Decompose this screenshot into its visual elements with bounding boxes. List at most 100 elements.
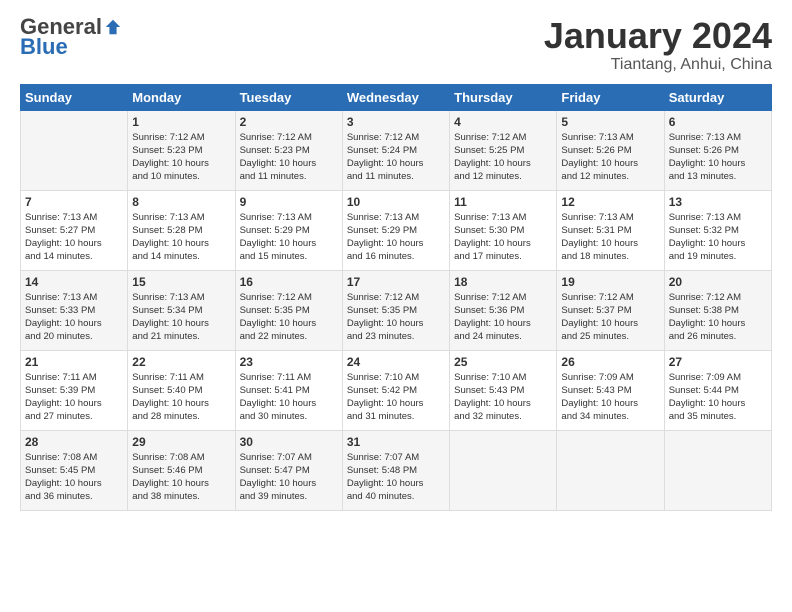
day-info: Sunrise: 7:13 AM Sunset: 5:26 PM Dayligh…	[561, 131, 659, 184]
calendar-cell: 16 Sunrise: 7:12 AM Sunset: 5:35 PM Dayli…	[235, 270, 342, 350]
calendar-cell: 15 Sunrise: 7:13 AM Sunset: 5:34 PM Dayli…	[128, 270, 235, 350]
day-info: Sunrise: 7:12 AM Sunset: 5:35 PM Dayligh…	[347, 291, 445, 344]
day-number: 15	[132, 275, 230, 289]
day-number: 12	[561, 195, 659, 209]
calendar-cell: 2 Sunrise: 7:12 AM Sunset: 5:23 PM Daylig…	[235, 110, 342, 190]
day-info: Sunrise: 7:12 AM Sunset: 5:23 PM Dayligh…	[132, 131, 230, 184]
col-saturday: Saturday	[664, 84, 771, 110]
day-number: 5	[561, 115, 659, 129]
header: General Blue January 2024 Tiantang, Anhu…	[20, 16, 772, 74]
calendar-cell	[450, 430, 557, 510]
day-number: 29	[132, 435, 230, 449]
day-info: Sunrise: 7:09 AM Sunset: 5:44 PM Dayligh…	[669, 371, 767, 424]
calendar-cell: 11 Sunrise: 7:13 AM Sunset: 5:30 PM Dayli…	[450, 190, 557, 270]
day-info: Sunrise: 7:13 AM Sunset: 5:27 PM Dayligh…	[25, 211, 123, 264]
day-info: Sunrise: 7:10 AM Sunset: 5:42 PM Dayligh…	[347, 371, 445, 424]
day-number: 26	[561, 355, 659, 369]
title-block: January 2024 Tiantang, Anhui, China	[544, 16, 772, 74]
col-wednesday: Wednesday	[342, 84, 449, 110]
calendar-cell: 30 Sunrise: 7:07 AM Sunset: 5:47 PM Dayli…	[235, 430, 342, 510]
week-row-1: 7Sunrise: 7:13 AM Sunset: 5:27 PM Daylig…	[21, 190, 772, 270]
day-number: 18	[454, 275, 552, 289]
calendar-cell: 4 Sunrise: 7:12 AM Sunset: 5:25 PM Daylig…	[450, 110, 557, 190]
day-info: Sunrise: 7:12 AM Sunset: 5:25 PM Dayligh…	[454, 131, 552, 184]
calendar-cell: 3 Sunrise: 7:12 AM Sunset: 5:24 PM Daylig…	[342, 110, 449, 190]
day-number: 31	[347, 435, 445, 449]
col-tuesday: Tuesday	[235, 84, 342, 110]
day-number: 8	[132, 195, 230, 209]
day-info: Sunrise: 7:07 AM Sunset: 5:48 PM Dayligh…	[347, 451, 445, 504]
calendar-cell	[664, 430, 771, 510]
col-sunday: Sunday	[21, 84, 128, 110]
day-info: Sunrise: 7:12 AM Sunset: 5:38 PM Dayligh…	[669, 291, 767, 344]
calendar-cell	[557, 430, 664, 510]
calendar-cell: 14 Sunrise: 7:13 AM Sunset: 5:33 PM Dayli…	[21, 270, 128, 350]
week-row-4: 28Sunrise: 7:08 AM Sunset: 5:45 PM Dayli…	[21, 430, 772, 510]
calendar-cell: 26Sunrise: 7:09 AM Sunset: 5:43 PM Dayli…	[557, 350, 664, 430]
day-number: 10	[347, 195, 445, 209]
day-number: 25	[454, 355, 552, 369]
day-info: Sunrise: 7:12 AM Sunset: 5:35 PM Dayligh…	[240, 291, 338, 344]
month-title: January 2024	[544, 16, 772, 56]
day-info: Sunrise: 7:13 AM Sunset: 5:29 PM Dayligh…	[240, 211, 338, 264]
calendar-cell: 23 Sunrise: 7:11 AM Sunset: 5:41 PM Dayli…	[235, 350, 342, 430]
day-number: 6	[669, 115, 767, 129]
day-info: Sunrise: 7:11 AM Sunset: 5:40 PM Dayligh…	[132, 371, 230, 424]
calendar-cell: 10 Sunrise: 7:13 AM Sunset: 5:29 PM Dayli…	[342, 190, 449, 270]
col-thursday: Thursday	[450, 84, 557, 110]
day-info: Sunrise: 7:13 AM Sunset: 5:30 PM Dayligh…	[454, 211, 552, 264]
day-number: 23	[240, 355, 338, 369]
day-number: 4	[454, 115, 552, 129]
calendar-cell: 28Sunrise: 7:08 AM Sunset: 5:45 PM Dayli…	[21, 430, 128, 510]
calendar-cell: 12 Sunrise: 7:13 AM Sunset: 5:31 PM Dayli…	[557, 190, 664, 270]
day-info: Sunrise: 7:12 AM Sunset: 5:24 PM Dayligh…	[347, 131, 445, 184]
calendar-cell: 31 Sunrise: 7:07 AM Sunset: 5:48 PM Dayli…	[342, 430, 449, 510]
calendar-cell: 20 Sunrise: 7:12 AM Sunset: 5:38 PM Dayli…	[664, 270, 771, 350]
logo-blue-text: Blue	[20, 34, 68, 60]
day-number: 30	[240, 435, 338, 449]
calendar-cell: 18 Sunrise: 7:12 AM Sunset: 5:36 PM Dayli…	[450, 270, 557, 350]
calendar-cell: 21Sunrise: 7:11 AM Sunset: 5:39 PM Dayli…	[21, 350, 128, 430]
day-info: Sunrise: 7:12 AM Sunset: 5:23 PM Dayligh…	[240, 131, 338, 184]
day-info: Sunrise: 7:07 AM Sunset: 5:47 PM Dayligh…	[240, 451, 338, 504]
day-info: Sunrise: 7:08 AM Sunset: 5:46 PM Dayligh…	[132, 451, 230, 504]
day-info: Sunrise: 7:12 AM Sunset: 5:37 PM Dayligh…	[561, 291, 659, 344]
day-number: 14	[25, 275, 123, 289]
day-info: Sunrise: 7:13 AM Sunset: 5:32 PM Dayligh…	[669, 211, 767, 264]
day-number: 21	[25, 355, 123, 369]
calendar-cell: 6 Sunrise: 7:13 AM Sunset: 5:26 PM Daylig…	[664, 110, 771, 190]
calendar-table: Sunday Monday Tuesday Wednesday Thursday…	[20, 84, 772, 511]
logo-icon	[104, 18, 122, 36]
day-info: Sunrise: 7:13 AM Sunset: 5:29 PM Dayligh…	[347, 211, 445, 264]
calendar-cell: 13 Sunrise: 7:13 AM Sunset: 5:32 PM Dayli…	[664, 190, 771, 270]
calendar-cell: 5 Sunrise: 7:13 AM Sunset: 5:26 PM Daylig…	[557, 110, 664, 190]
calendar-cell: 29 Sunrise: 7:08 AM Sunset: 5:46 PM Dayli…	[128, 430, 235, 510]
calendar-cell: 17Sunrise: 7:12 AM Sunset: 5:35 PM Dayli…	[342, 270, 449, 350]
calendar-cell: 19Sunrise: 7:12 AM Sunset: 5:37 PM Dayli…	[557, 270, 664, 350]
day-info: Sunrise: 7:11 AM Sunset: 5:41 PM Dayligh…	[240, 371, 338, 424]
calendar-cell: 8Sunrise: 7:13 AM Sunset: 5:28 PM Daylig…	[128, 190, 235, 270]
calendar-cell: 1Sunrise: 7:12 AM Sunset: 5:23 PM Daylig…	[128, 110, 235, 190]
page: General Blue January 2024 Tiantang, Anhu…	[0, 0, 792, 521]
calendar-cell: 22 Sunrise: 7:11 AM Sunset: 5:40 PM Dayli…	[128, 350, 235, 430]
day-number: 16	[240, 275, 338, 289]
day-number: 13	[669, 195, 767, 209]
day-number: 2	[240, 115, 338, 129]
calendar-cell: 9 Sunrise: 7:13 AM Sunset: 5:29 PM Daylig…	[235, 190, 342, 270]
logo: General Blue	[20, 16, 122, 60]
day-number: 11	[454, 195, 552, 209]
day-info: Sunrise: 7:13 AM Sunset: 5:33 PM Dayligh…	[25, 291, 123, 344]
calendar-cell: 25 Sunrise: 7:10 AM Sunset: 5:43 PM Dayli…	[450, 350, 557, 430]
day-info: Sunrise: 7:10 AM Sunset: 5:43 PM Dayligh…	[454, 371, 552, 424]
day-info: Sunrise: 7:13 AM Sunset: 5:26 PM Dayligh…	[669, 131, 767, 184]
day-number: 20	[669, 275, 767, 289]
day-info: Sunrise: 7:12 AM Sunset: 5:36 PM Dayligh…	[454, 291, 552, 344]
day-number: 27	[669, 355, 767, 369]
day-number: 22	[132, 355, 230, 369]
week-row-3: 21Sunrise: 7:11 AM Sunset: 5:39 PM Dayli…	[21, 350, 772, 430]
day-number: 9	[240, 195, 338, 209]
day-info: Sunrise: 7:13 AM Sunset: 5:31 PM Dayligh…	[561, 211, 659, 264]
day-info: Sunrise: 7:13 AM Sunset: 5:34 PM Dayligh…	[132, 291, 230, 344]
day-number: 3	[347, 115, 445, 129]
calendar-cell: 24Sunrise: 7:10 AM Sunset: 5:42 PM Dayli…	[342, 350, 449, 430]
